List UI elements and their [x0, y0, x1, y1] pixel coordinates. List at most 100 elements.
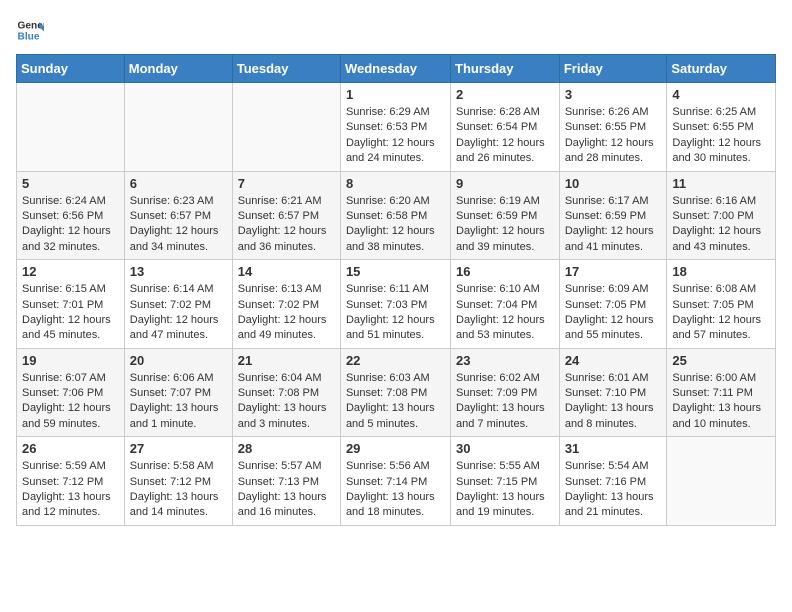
day-cell-4: 4 Sunrise: 6:25 AM Sunset: 6:55 PM Daylig…: [667, 83, 776, 172]
day-info: Sunrise: 6:24 AM Sunset: 6:56 PM Dayligh…: [22, 194, 119, 256]
day-cell-8: 8Sunrise: 6:20 AM Sunset: 6:58 PM Daylig…: [340, 171, 450, 260]
day-info: Sunrise: 6:11 AM Sunset: 7:03 PM Dayligh…: [346, 282, 445, 344]
day-number: 12: [22, 264, 119, 279]
empty-cell: [17, 83, 125, 172]
weekday-header-wednesday: Wednesday: [340, 55, 450, 83]
empty-cell: [124, 83, 232, 172]
day-number: 13: [130, 264, 227, 279]
page-header: General Blue: [16, 16, 776, 44]
logo: General Blue: [16, 16, 44, 44]
day-cell-11: 11 Sunrise: 6:16 AM Sunset: 7:00 PM Dayli…: [667, 171, 776, 260]
day-info: Sunrise: 6:03 AM Sunset: 7:08 PM Dayligh…: [346, 371, 445, 433]
day-cell-23: 23 Sunrise: 6:02 AM Sunset: 7:09 PM Dayli…: [451, 348, 560, 437]
day-number: 9: [456, 176, 554, 191]
day-cell-1: 1 Sunrise: 6:29 AM Sunset: 6:53 PM Daylig…: [340, 83, 450, 172]
day-number: 20: [130, 353, 227, 368]
day-cell-15: 15 Sunrise: 6:11 AM Sunset: 7:03 PM Dayli…: [340, 260, 450, 349]
day-number: 6: [130, 176, 227, 191]
day-cell-25: 25 Sunrise: 6:00 AM Sunset: 7:11 PM Dayli…: [667, 348, 776, 437]
day-info: Sunrise: 6:19 AM Sunset: 6:59 PM Dayligh…: [456, 194, 554, 256]
day-cell-19: 19Sunrise: 6:07 AM Sunset: 7:06 PM Dayli…: [17, 348, 125, 437]
day-number: 11: [672, 176, 770, 191]
day-info: Sunrise: 6:13 AM Sunset: 7:02 PM Dayligh…: [238, 282, 335, 344]
day-info: Sunrise: 6:01 AM Sunset: 7:10 PM Dayligh…: [565, 371, 662, 433]
day-cell-16: 16 Sunrise: 6:10 AM Sunset: 7:04 PM Dayli…: [451, 260, 560, 349]
empty-cell: [667, 437, 776, 526]
day-cell-7: 7 Sunrise: 6:21 AM Sunset: 6:57 PM Daylig…: [232, 171, 340, 260]
day-number: 21: [238, 353, 335, 368]
day-info: Sunrise: 6:25 AM Sunset: 6:55 PM Dayligh…: [672, 105, 770, 167]
day-info: Sunrise: 6:23 AM Sunset: 6:57 PM Dayligh…: [130, 194, 227, 256]
day-cell-26: 26 Sunrise: 5:59 AM Sunset: 7:12 PM Dayli…: [17, 437, 125, 526]
day-info: Sunrise: 5:57 AM Sunset: 7:13 PM Dayligh…: [238, 459, 335, 521]
day-info: Sunrise: 6:15 AM Sunset: 7:01 PM Dayligh…: [22, 282, 119, 344]
day-number: 18: [672, 264, 770, 279]
day-number: 3: [565, 87, 662, 102]
day-cell-14: 14 Sunrise: 6:13 AM Sunset: 7:02 PM Dayli…: [232, 260, 340, 349]
week-row-2: 5Sunrise: 6:24 AM Sunset: 6:56 PM Daylig…: [17, 171, 776, 260]
day-cell-17: 17Sunrise: 6:09 AM Sunset: 7:05 PM Dayli…: [559, 260, 667, 349]
day-info: Sunrise: 6:06 AM Sunset: 7:07 PM Dayligh…: [130, 371, 227, 433]
day-info: Sunrise: 6:16 AM Sunset: 7:00 PM Dayligh…: [672, 194, 770, 256]
day-info: Sunrise: 6:10 AM Sunset: 7:04 PM Dayligh…: [456, 282, 554, 344]
weekday-header-saturday: Saturday: [667, 55, 776, 83]
day-cell-3: 3 Sunrise: 6:26 AM Sunset: 6:55 PM Daylig…: [559, 83, 667, 172]
week-row-5: 26 Sunrise: 5:59 AM Sunset: 7:12 PM Dayli…: [17, 437, 776, 526]
day-cell-9: 9 Sunrise: 6:19 AM Sunset: 6:59 PM Daylig…: [451, 171, 560, 260]
logo-icon: General Blue: [16, 16, 44, 44]
day-number: 31: [565, 441, 662, 456]
day-info: Sunrise: 6:17 AM Sunset: 6:59 PM Dayligh…: [565, 194, 662, 256]
day-number: 28: [238, 441, 335, 456]
day-info: Sunrise: 6:09 AM Sunset: 7:05 PM Dayligh…: [565, 282, 662, 344]
day-info: Sunrise: 6:00 AM Sunset: 7:11 PM Dayligh…: [672, 371, 770, 433]
weekday-header-row: SundayMondayTuesdayWednesdayThursdayFrid…: [17, 55, 776, 83]
day-number: 7: [238, 176, 335, 191]
day-number: 23: [456, 353, 554, 368]
day-number: 16: [456, 264, 554, 279]
day-number: 4: [672, 87, 770, 102]
day-cell-10: 10 Sunrise: 6:17 AM Sunset: 6:59 PM Dayli…: [559, 171, 667, 260]
day-number: 10: [565, 176, 662, 191]
day-number: 29: [346, 441, 445, 456]
day-info: Sunrise: 5:55 AM Sunset: 7:15 PM Dayligh…: [456, 459, 554, 521]
day-cell-31: 31 Sunrise: 5:54 AM Sunset: 7:16 PM Dayli…: [559, 437, 667, 526]
weekday-header-sunday: Sunday: [17, 55, 125, 83]
day-number: 30: [456, 441, 554, 456]
day-number: 8: [346, 176, 445, 191]
day-info: Sunrise: 5:56 AM Sunset: 7:14 PM Dayligh…: [346, 459, 445, 521]
day-number: 26: [22, 441, 119, 456]
day-info: Sunrise: 6:28 AM Sunset: 6:54 PM Dayligh…: [456, 105, 554, 167]
day-info: Sunrise: 6:08 AM Sunset: 7:05 PM Dayligh…: [672, 282, 770, 344]
day-number: 14: [238, 264, 335, 279]
day-number: 24: [565, 353, 662, 368]
day-cell-13: 13Sunrise: 6:14 AM Sunset: 7:02 PM Dayli…: [124, 260, 232, 349]
week-row-1: 1 Sunrise: 6:29 AM Sunset: 6:53 PM Daylig…: [17, 83, 776, 172]
weekday-header-tuesday: Tuesday: [232, 55, 340, 83]
day-info: Sunrise: 5:58 AM Sunset: 7:12 PM Dayligh…: [130, 459, 227, 521]
day-number: 27: [130, 441, 227, 456]
day-cell-30: 30 Sunrise: 5:55 AM Sunset: 7:15 PM Dayli…: [451, 437, 560, 526]
calendar-table: SundayMondayTuesdayWednesdayThursdayFrid…: [16, 54, 776, 526]
day-number: 15: [346, 264, 445, 279]
day-number: 1: [346, 87, 445, 102]
empty-cell: [232, 83, 340, 172]
day-cell-12: 12 Sunrise: 6:15 AM Sunset: 7:01 PM Dayli…: [17, 260, 125, 349]
day-number: 25: [672, 353, 770, 368]
svg-text:Blue: Blue: [18, 31, 40, 42]
weekday-header-friday: Friday: [559, 55, 667, 83]
day-info: Sunrise: 6:21 AM Sunset: 6:57 PM Dayligh…: [238, 194, 335, 256]
day-cell-28: 28 Sunrise: 5:57 AM Sunset: 7:13 PM Dayli…: [232, 437, 340, 526]
day-cell-5: 5Sunrise: 6:24 AM Sunset: 6:56 PM Daylig…: [17, 171, 125, 260]
day-info: Sunrise: 6:26 AM Sunset: 6:55 PM Dayligh…: [565, 105, 662, 167]
day-cell-20: 20 Sunrise: 6:06 AM Sunset: 7:07 PM Dayli…: [124, 348, 232, 437]
day-cell-24: 24 Sunrise: 6:01 AM Sunset: 7:10 PM Dayli…: [559, 348, 667, 437]
weekday-header-monday: Monday: [124, 55, 232, 83]
day-cell-22: 22Sunrise: 6:03 AM Sunset: 7:08 PM Dayli…: [340, 348, 450, 437]
day-cell-2: 2Sunrise: 6:28 AM Sunset: 6:54 PM Daylig…: [451, 83, 560, 172]
day-cell-6: 6 Sunrise: 6:23 AM Sunset: 6:57 PM Daylig…: [124, 171, 232, 260]
day-info: Sunrise: 5:59 AM Sunset: 7:12 PM Dayligh…: [22, 459, 119, 521]
day-number: 19: [22, 353, 119, 368]
day-info: Sunrise: 5:54 AM Sunset: 7:16 PM Dayligh…: [565, 459, 662, 521]
day-info: Sunrise: 6:29 AM Sunset: 6:53 PM Dayligh…: [346, 105, 445, 167]
day-info: Sunrise: 6:02 AM Sunset: 7:09 PM Dayligh…: [456, 371, 554, 433]
